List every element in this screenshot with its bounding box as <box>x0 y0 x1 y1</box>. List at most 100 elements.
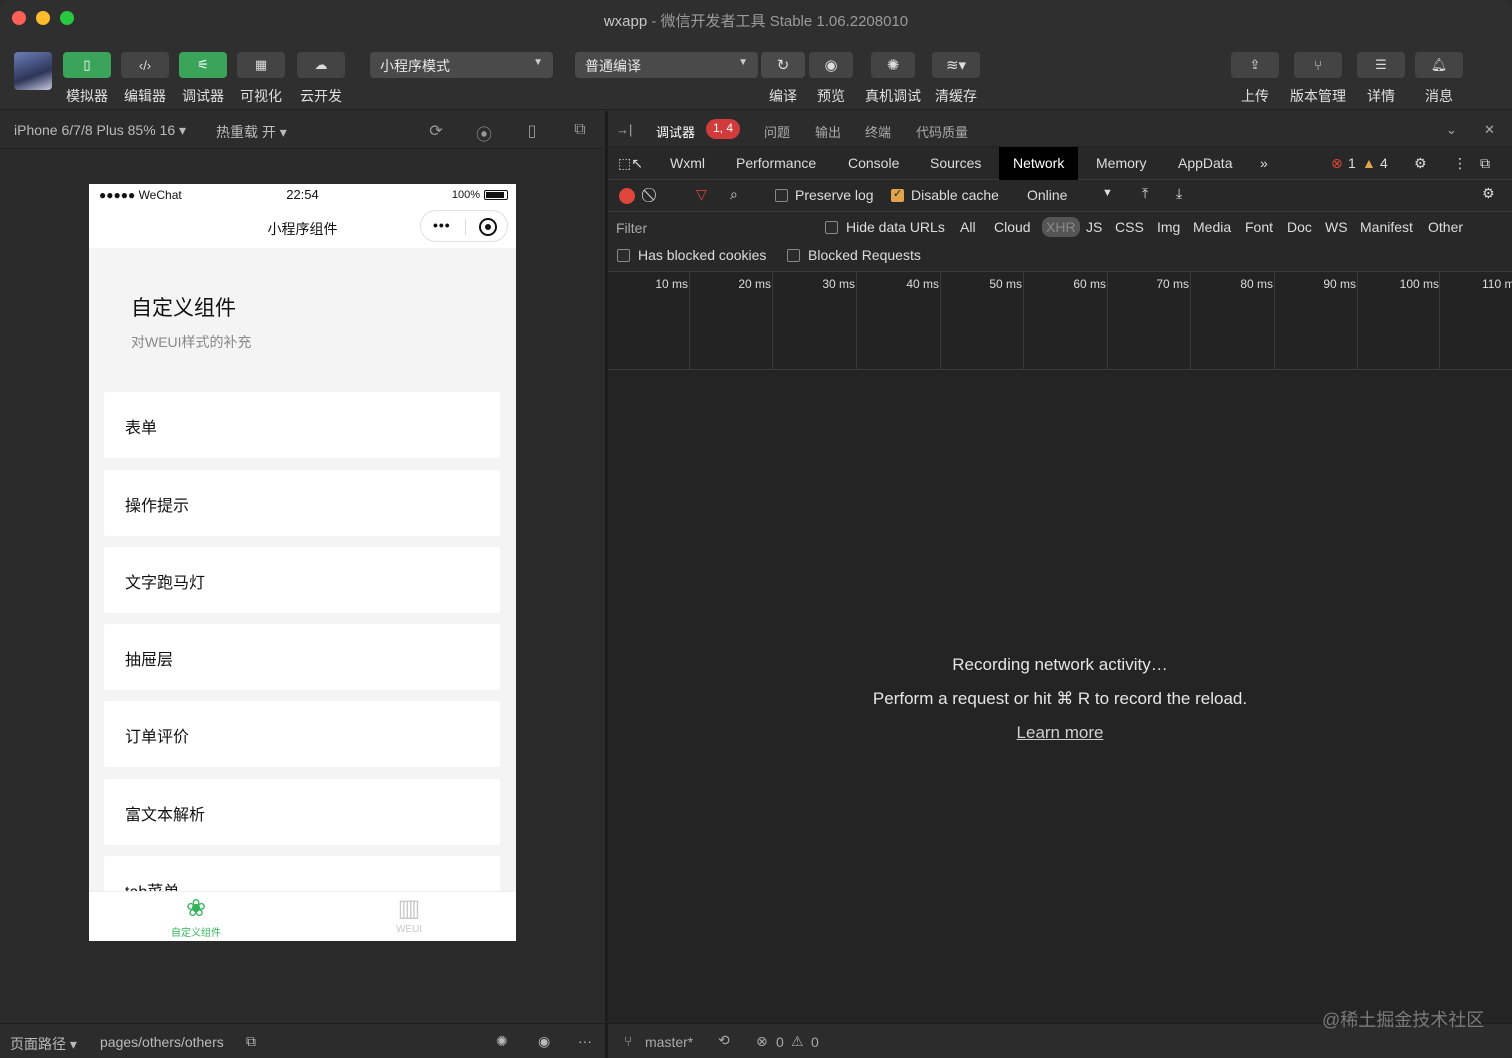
tab-memory[interactable]: Memory <box>1096 155 1147 171</box>
more-icon[interactable]: ··· <box>578 1033 592 1049</box>
detach-window-icon[interactable]: ⧉ <box>1480 155 1490 172</box>
version-button[interactable]: ⑂ <box>1294 52 1342 78</box>
filter-font[interactable]: Font <box>1245 219 1273 235</box>
filter-manifest[interactable]: Manifest <box>1360 219 1413 235</box>
tab-weui[interactable]: ▥ WEUI <box>359 895 459 936</box>
tab-console[interactable]: Console <box>848 155 899 171</box>
sync-icon[interactable]: ⟲ <box>718 1032 730 1049</box>
throttling-select[interactable]: Online <box>1027 187 1067 203</box>
window-title-app: wxapp <box>603 13 648 30</box>
simulator-toggle-button[interactable]: ▯ <box>63 52 111 78</box>
tab-performance[interactable]: Performance <box>736 155 816 171</box>
filter-icon[interactable]: ▽ <box>696 186 707 203</box>
inspect-icon[interactable]: ⬚↖ <box>618 155 643 172</box>
bug-icon[interactable]: ✺ <box>496 1033 508 1050</box>
error-icon: ⊗ <box>756 1033 768 1049</box>
messages-button[interactable]: 🔔︎ <box>1415 52 1463 78</box>
filter-other[interactable]: Other <box>1428 219 1463 235</box>
more-icon[interactable]: ••• <box>433 217 451 233</box>
blocked-cookies-checkbox[interactable] <box>617 249 630 262</box>
filter-img[interactable]: Img <box>1157 219 1180 235</box>
tab-output[interactable]: 输出 <box>815 122 841 141</box>
detach-window-icon[interactable]: ⧉ <box>570 121 590 141</box>
rotate-icon[interactable]: ⟳ <box>426 121 446 141</box>
preview-button[interactable]: ◉ <box>809 52 853 78</box>
disable-cache-checkbox[interactable] <box>891 187 904 202</box>
remote-debug-button[interactable]: ✺ <box>871 52 915 78</box>
stop-icon[interactable]: ⦿ <box>474 121 494 144</box>
git-branch[interactable]: master* <box>645 1034 693 1050</box>
timeline-tick-label: 90 ms <box>1323 277 1356 291</box>
tab-custom-components[interactable]: ❀ 自定义组件 <box>146 896 246 940</box>
tab-issues[interactable]: 问题 <box>764 122 790 141</box>
eye-icon[interactable]: ◉ <box>538 1033 550 1050</box>
hot-reload-select[interactable]: 热重载 开 ▾ <box>216 122 287 142</box>
gear-icon[interactable]: ⚙ <box>1482 185 1495 202</box>
more-tabs-icon[interactable]: » <box>1260 155 1268 171</box>
editor-toggle-button[interactable]: ‹/› <box>121 52 169 78</box>
tab-debugger[interactable]: 调试器 <box>656 122 695 141</box>
clear-cache-button[interactable]: ≋▾ <box>932 52 980 78</box>
filter-media[interactable]: Media <box>1193 219 1231 235</box>
hide-data-urls-checkbox[interactable] <box>825 221 838 234</box>
cloud-dev-button[interactable]: ☁ <box>297 52 345 78</box>
filter-all[interactable]: All <box>960 219 976 235</box>
gear-icon[interactable]: ⚙ <box>1414 155 1427 172</box>
tab-sources[interactable]: Sources <box>930 155 981 171</box>
visual-toggle-button[interactable]: ▦ <box>237 52 285 78</box>
tab-code-quality[interactable]: 代码质量 <box>916 122 968 141</box>
copy-icon[interactable]: ⧉ <box>246 1033 256 1050</box>
export-har-icon[interactable]: ⤓ <box>1176 185 1182 202</box>
debugger-toggle-button[interactable]: ⚟ <box>179 52 227 78</box>
page-path-select[interactable]: 页面路径 ▾ <box>10 1034 77 1054</box>
filter-input[interactable]: Filter <box>616 220 647 236</box>
kebab-menu-icon[interactable]: ⋮ <box>1453 155 1467 172</box>
simulator-toolbar: iPhone 6/7/8 Plus 85% 16 ▾ 热重载 开 ▾ ⟳ ⦿ ▯… <box>0 111 605 149</box>
close-icon[interactable]: ✕ <box>1484 122 1495 138</box>
filter-css[interactable]: CSS <box>1115 219 1144 235</box>
filter-xhr[interactable]: XHR <box>1042 217 1080 237</box>
phone-icon[interactable]: ▯ <box>522 121 542 141</box>
compile-button[interactable]: ↻ <box>761 52 805 78</box>
list-item[interactable]: 表单 <box>104 392 500 458</box>
list-item[interactable]: 富文本解析 <box>104 779 500 845</box>
chevron-down-icon[interactable]: ⌄ <box>1446 122 1457 138</box>
import-har-icon[interactable]: ⤒ <box>1142 185 1148 202</box>
dock-icon[interactable]: →| <box>616 122 632 137</box>
footer-warning-count[interactable]: 0 <box>811 1034 819 1050</box>
footer-error-count[interactable]: 0 <box>776 1034 784 1050</box>
recording-message: Recording network activity… <box>952 655 1168 674</box>
search-icon[interactable]: ⌕ <box>730 186 738 203</box>
details-button[interactable]: ☰ <box>1357 52 1405 78</box>
blocked-requests-checkbox[interactable] <box>787 249 800 262</box>
menu-icon: ☰ <box>1375 57 1387 72</box>
warning-count[interactable]: 4 <box>1380 155 1388 171</box>
debugger-label: 调试器 <box>182 88 224 104</box>
device-select[interactable]: iPhone 6/7/8 Plus 85% 16 ▾ <box>14 122 186 139</box>
list-item[interactable]: 文字跑马灯 <box>104 547 500 613</box>
timeline-gridline <box>1023 272 1024 370</box>
upload-button[interactable]: ⇪ <box>1231 52 1279 78</box>
preserve-log-label: Preserve log <box>795 187 874 203</box>
close-mini-program-icon[interactable] <box>479 218 497 236</box>
tab-terminal[interactable]: 终端 <box>865 122 891 141</box>
filter-doc[interactable]: Doc <box>1287 219 1312 235</box>
list-item[interactable]: 订单评价 <box>104 701 500 767</box>
learn-more-link[interactable]: Learn more <box>608 723 1512 743</box>
compile-select[interactable]: 普通编译 ▼ <box>575 52 758 78</box>
tab-network[interactable]: Network <box>999 147 1079 180</box>
filter-ws[interactable]: WS <box>1325 219 1348 235</box>
list-item[interactable]: 抽屉层 <box>104 624 500 690</box>
error-count[interactable]: 1 <box>1348 155 1356 171</box>
record-icon[interactable] <box>619 188 635 204</box>
filter-js[interactable]: JS <box>1086 219 1102 235</box>
filter-cloud[interactable]: Cloud <box>994 219 1031 235</box>
user-avatar[interactable] <box>14 52 52 90</box>
network-overview-timeline[interactable]: 10 ms 20 ms 30 ms 40 ms 50 ms 60 ms 70 m… <box>608 272 1512 370</box>
tab-appdata[interactable]: AppData <box>1178 155 1232 171</box>
mode-select[interactable]: 小程序模式 ▼ <box>370 52 553 78</box>
preserve-log-checkbox[interactable] <box>775 189 788 202</box>
tab-wxml[interactable]: Wxml <box>670 155 705 171</box>
weui-icon: ▥ <box>397 895 421 922</box>
list-item[interactable]: 操作提示 <box>104 470 500 536</box>
